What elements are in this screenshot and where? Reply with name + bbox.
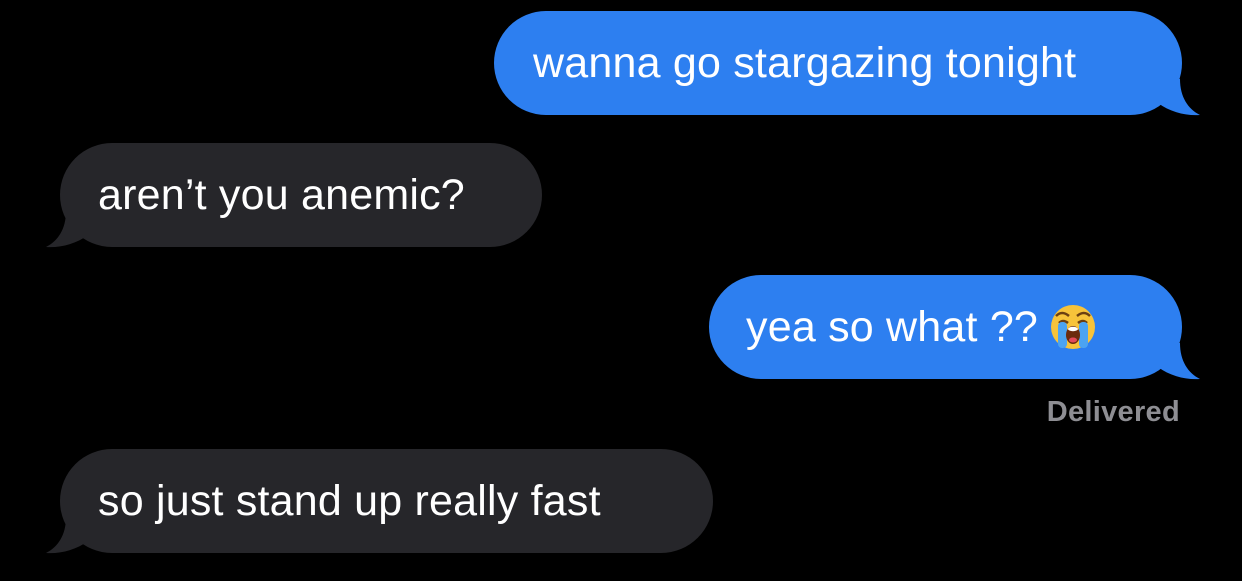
delivery-status: Delivered	[1046, 396, 1180, 428]
message-thread: wanna go stargazing tonight aren’t you a…	[0, 0, 1242, 581]
message-text: wanna go stargazing tonight	[533, 39, 1077, 87]
incoming-bubble-tail-icon	[46, 211, 88, 248]
outgoing-bubble-tail-icon	[1158, 343, 1200, 380]
outgoing-bubble-tail-icon	[1158, 79, 1200, 116]
message-text: yea so what ??	[746, 303, 1039, 351]
message-text: so just stand up really fast	[98, 477, 601, 525]
incoming-message-bubble[interactable]: so just stand up really fast	[60, 449, 713, 553]
message-text: aren’t you anemic?	[98, 171, 465, 219]
outgoing-message-bubble[interactable]: wanna go stargazing tonight	[494, 11, 1182, 115]
incoming-message-bubble[interactable]: aren’t you anemic?	[60, 143, 542, 247]
incoming-bubble-tail-icon	[46, 517, 88, 554]
loudly-crying-face-icon	[1051, 304, 1096, 349]
outgoing-message-bubble[interactable]: yea so what ??	[709, 275, 1182, 379]
